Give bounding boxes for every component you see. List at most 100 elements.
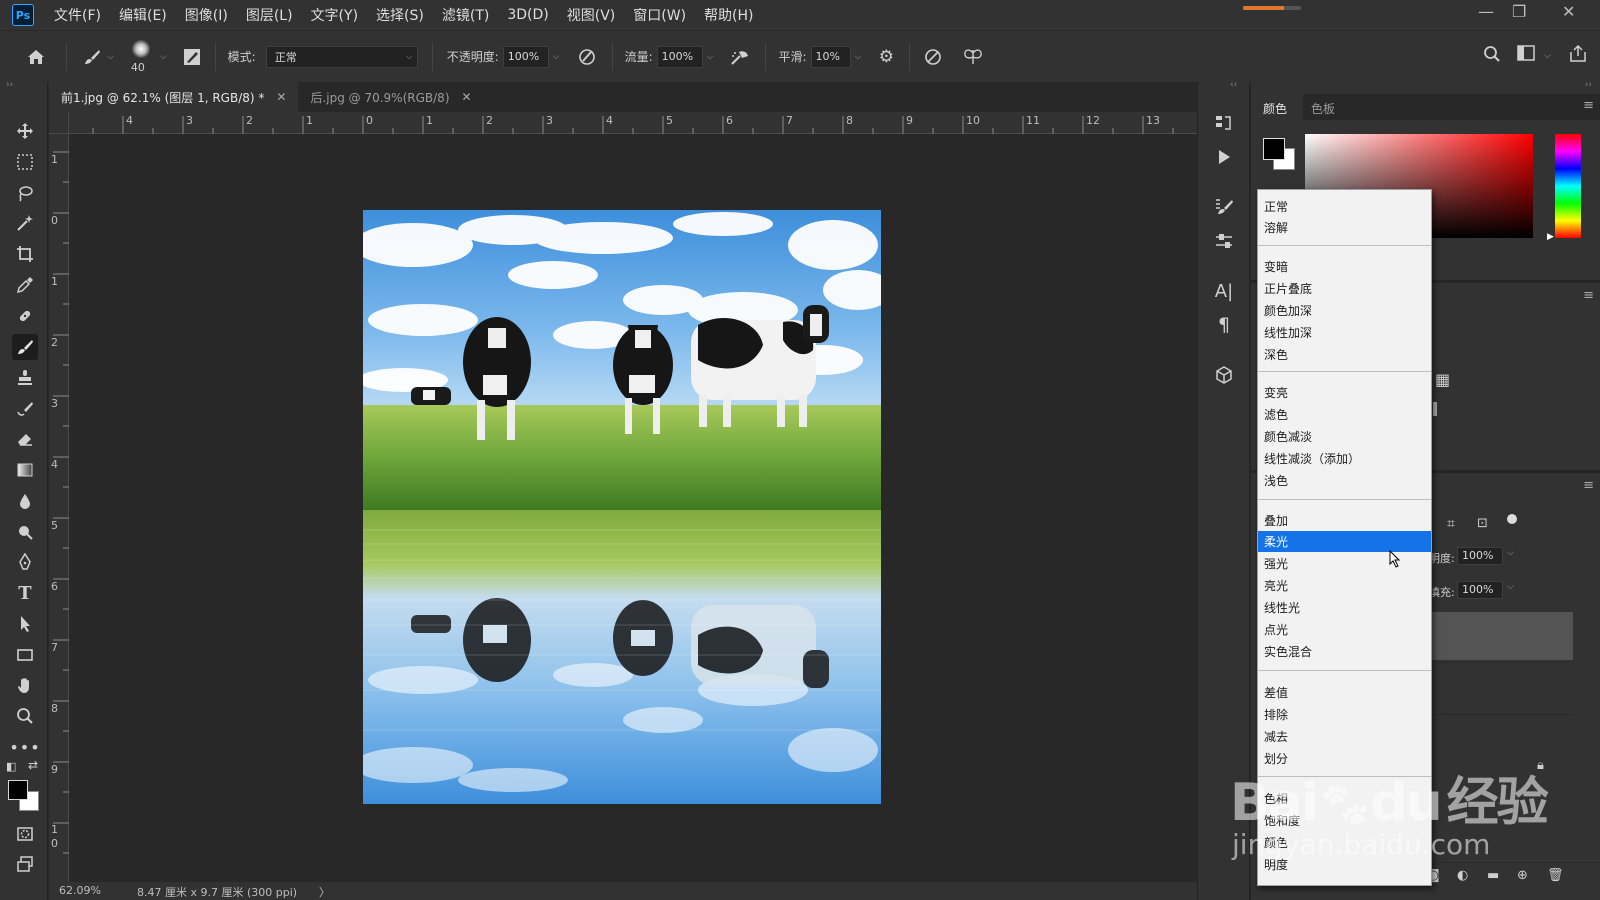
panel-menu-icon[interactable]: ≡ bbox=[1583, 478, 1594, 493]
collapse-panel-icon[interactable]: ›› bbox=[6, 80, 13, 90]
chevron-down-icon[interactable]: ⌵ bbox=[1544, 51, 1551, 61]
tab-document-after[interactable]: 后.jpg @ 70.9%(RGB/8) ✕ bbox=[298, 82, 483, 112]
search-icon[interactable] bbox=[1480, 45, 1504, 63]
blend-mode-color-burn[interactable]: 颜色加深 bbox=[1258, 300, 1431, 321]
lock-artboard-icon[interactable]: ⌗ bbox=[1447, 516, 1455, 532]
clone-stamp-tool-icon[interactable] bbox=[12, 365, 38, 391]
type-tool-icon[interactable]: T bbox=[12, 580, 38, 606]
blend-mode-soft-light[interactable]: 柔光 bbox=[1258, 531, 1431, 552]
healing-brush-tool-icon[interactable] bbox=[12, 303, 38, 329]
home-icon[interactable] bbox=[24, 49, 48, 65]
screen-mode-icon[interactable] bbox=[12, 851, 38, 877]
menu-filter[interactable]: 滤镜(T) bbox=[442, 5, 489, 25]
adjustment-bar-icon[interactable] bbox=[1433, 402, 1437, 416]
blend-mode-hard-light[interactable]: 强光 bbox=[1258, 553, 1431, 574]
crop-tool-icon[interactable] bbox=[12, 241, 38, 267]
brush-settings-icon[interactable] bbox=[1211, 194, 1237, 220]
smoothing-input[interactable]: 10% bbox=[810, 45, 851, 68]
trash-icon[interactable]: 🗑︎ bbox=[1547, 868, 1564, 883]
hand-tool-icon[interactable] bbox=[12, 672, 38, 698]
tab-swatches[interactable]: 色板 bbox=[1311, 100, 1335, 117]
quick-mask-icon[interactable] bbox=[12, 821, 38, 847]
blend-mode-pin-light[interactable]: 点光 bbox=[1258, 619, 1431, 640]
menu-window[interactable]: 窗口(W) bbox=[633, 5, 686, 25]
menu-edit[interactable]: 编辑(E) bbox=[119, 5, 167, 25]
chevron-down-icon[interactable]: ⌵ bbox=[1507, 582, 1514, 592]
layer-opacity-input[interactable]: 100% bbox=[1457, 547, 1503, 565]
adjustments-sliders-icon[interactable] bbox=[1211, 228, 1237, 254]
opacity-input[interactable]: 100% bbox=[502, 45, 549, 68]
panel-menu-icon[interactable]: ≡ bbox=[1583, 288, 1594, 303]
minimize-icon[interactable]: — bbox=[1478, 2, 1494, 21]
brush-settings-panel-icon[interactable] bbox=[181, 48, 203, 66]
hue-slider-handle[interactable]: ▶ bbox=[1547, 232, 1554, 242]
workspace-icon[interactable] bbox=[1514, 45, 1538, 61]
blend-mode-overlay[interactable]: 叠加 bbox=[1258, 510, 1431, 531]
lasso-tool-icon[interactable] bbox=[12, 180, 38, 206]
brush-tool-icon[interactable] bbox=[12, 334, 38, 360]
blend-mode-color-dodge[interactable]: 颜色减淡 bbox=[1258, 426, 1431, 447]
airbrush-icon[interactable] bbox=[727, 47, 753, 67]
gradient-tool-icon[interactable] bbox=[12, 457, 38, 483]
menu-layer[interactable]: 图层(L) bbox=[246, 5, 293, 25]
default-colors-icon[interactable]: ◧ bbox=[6, 760, 16, 773]
blend-mode-multiply[interactable]: 正片叠底 bbox=[1258, 278, 1431, 299]
tab-color[interactable]: 颜色 bbox=[1263, 100, 1287, 117]
adjustment-grid-icon[interactable]: ▦ bbox=[1435, 370, 1450, 389]
play-actions-icon[interactable] bbox=[1211, 144, 1237, 170]
pressure-opacity-icon[interactable] bbox=[574, 47, 600, 67]
blend-mode-linear-dodge[interactable]: 线性减淡（添加） bbox=[1258, 448, 1431, 469]
move-tool-icon[interactable] bbox=[12, 118, 38, 144]
swap-colors-icon[interactable]: ⇄ bbox=[28, 758, 38, 772]
close-icon[interactable]: ✕ bbox=[1562, 2, 1575, 21]
hue-slider[interactable] bbox=[1555, 134, 1581, 238]
symmetry-butterfly-icon[interactable] bbox=[960, 47, 986, 67]
blend-mode-screen[interactable]: 滤色 bbox=[1258, 404, 1431, 425]
blend-mode-lighter-color[interactable]: 浅色 bbox=[1258, 470, 1431, 491]
blend-mode-exclusion[interactable]: 排除 bbox=[1258, 704, 1431, 725]
magic-wand-tool-icon[interactable] bbox=[12, 210, 38, 236]
restore-icon[interactable]: ❐ bbox=[1512, 2, 1526, 21]
zoom-tool-icon[interactable] bbox=[12, 703, 38, 729]
foreground-color-swatch[interactable] bbox=[8, 780, 28, 800]
menu-file[interactable]: 文件(F) bbox=[54, 5, 101, 25]
menu-image[interactable]: 图像(I) bbox=[185, 5, 228, 25]
eraser-tool-icon[interactable] bbox=[12, 426, 38, 452]
panel-menu-icon[interactable]: ≡ bbox=[1583, 98, 1594, 113]
horizontal-ruler[interactable]: 4 3 2 1 0 1 2 3 4 5 6 7 8 9 10 11 12 13 bbox=[69, 112, 1197, 134]
collapse-panel-icon[interactable]: ›› bbox=[1585, 80, 1592, 90]
rectangle-tool-icon[interactable] bbox=[12, 642, 38, 668]
lock-all-icon[interactable]: ⊡ bbox=[1477, 516, 1488, 531]
collapse-panel-icon[interactable]: ‹‹ bbox=[1230, 80, 1237, 90]
brush-preset-picker[interactable]: 40 bbox=[126, 37, 156, 77]
close-icon[interactable]: ✕ bbox=[462, 90, 472, 104]
blur-tool-icon[interactable] bbox=[12, 488, 38, 514]
adjustment-layer-icon[interactable]: ◐ bbox=[1457, 868, 1468, 883]
new-group-folder-icon[interactable]: ▬ bbox=[1487, 868, 1499, 883]
document-image-cows-reflection[interactable] bbox=[363, 210, 881, 804]
chevron-down-icon[interactable]: ⌵ bbox=[707, 52, 714, 62]
3d-panel-icon[interactable] bbox=[1211, 362, 1237, 388]
tab-document-before[interactable]: 前1.jpg @ 62.1% (图层 1, RGB/8) * ✕ bbox=[49, 82, 299, 112]
menu-view[interactable]: 视图(V) bbox=[567, 5, 616, 25]
flow-input[interactable]: 100% bbox=[656, 45, 703, 68]
character-panel-icon[interactable]: A| bbox=[1211, 278, 1237, 304]
new-layer-icon[interactable]: ⊕ bbox=[1517, 868, 1528, 883]
mode-select[interactable]: 正常 ⌵ bbox=[265, 45, 418, 68]
blend-mode-linear-burn[interactable]: 线性加深 bbox=[1258, 322, 1431, 343]
more-tools-icon[interactable]: ••• bbox=[9, 734, 39, 760]
blend-mode-linear-light[interactable]: 线性光 bbox=[1258, 597, 1431, 618]
gear-icon[interactable]: ⚙ bbox=[873, 47, 899, 67]
chevron-down-icon[interactable]: ⌵ bbox=[553, 52, 560, 62]
path-selection-tool-icon[interactable] bbox=[12, 611, 38, 637]
paragraph-panel-icon[interactable]: ¶ bbox=[1211, 312, 1237, 338]
color-panel-foreground-swatch[interactable] bbox=[1263, 138, 1285, 160]
blend-mode-hard-mix[interactable]: 实色混合 bbox=[1258, 641, 1431, 662]
blend-mode-darker-color[interactable]: 深色 bbox=[1258, 344, 1431, 365]
dodge-tool-icon[interactable] bbox=[12, 519, 38, 545]
marquee-tool-icon[interactable] bbox=[12, 149, 38, 175]
chevron-down-icon[interactable]: ⌵ bbox=[855, 52, 862, 62]
layer-row-selected[interactable] bbox=[1427, 612, 1573, 660]
history-panel-icon[interactable] bbox=[1211, 110, 1237, 136]
chevron-down-icon[interactable]: ⌵ bbox=[1507, 548, 1514, 558]
